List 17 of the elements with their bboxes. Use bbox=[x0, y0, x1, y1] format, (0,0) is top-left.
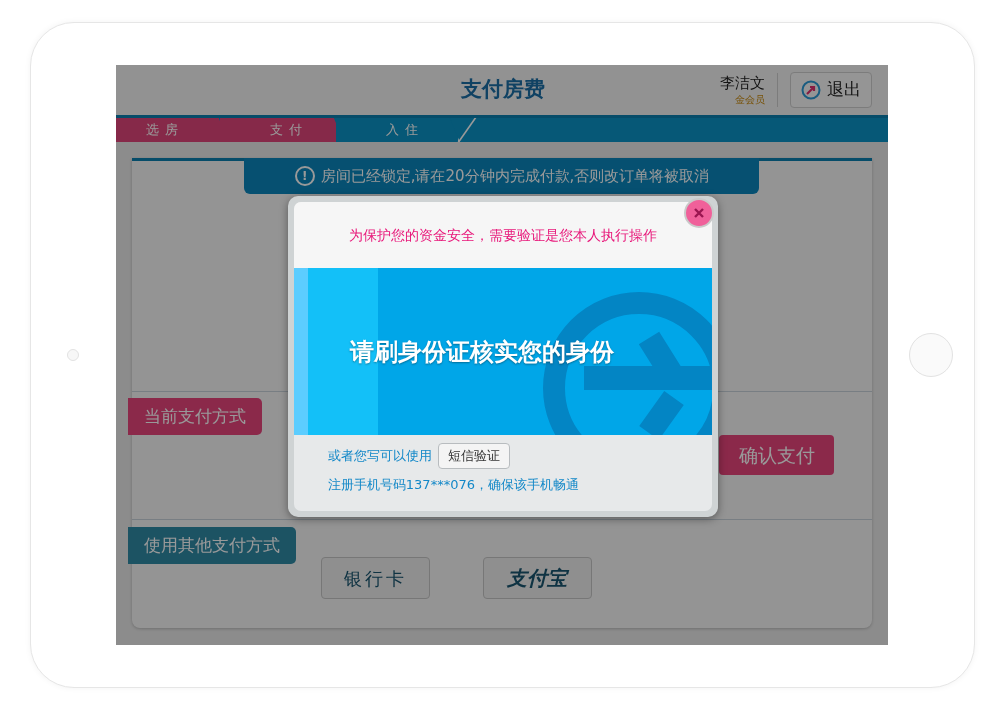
page-title: 支付房费 bbox=[461, 76, 545, 104]
notice-text: 房间已经锁定,请在20分钟内完成付款,否则改订单将被取消 bbox=[320, 165, 710, 187]
logout-button[interactable]: 退出 bbox=[790, 72, 873, 108]
member-level: 金会员 bbox=[735, 93, 766, 107]
security-warning: 为保护您的资金安全，需要验证是您本人执行操作 bbox=[348, 225, 657, 245]
exclamation-icon: ! bbox=[294, 166, 315, 186]
sms-verify-button[interactable]: 短信验证 bbox=[437, 443, 510, 469]
alipay-logo-button[interactable]: 支付宝 bbox=[482, 557, 592, 599]
payment-tag: 当前支付方式 bbox=[127, 398, 262, 435]
payment-tag: 使用其他支付方式 bbox=[127, 527, 296, 564]
swipe-id-prompt: 请刷身份证核实您的身份 bbox=[349, 336, 614, 368]
alternative-text: 或者您写可以使用 bbox=[327, 447, 432, 466]
close-icon bbox=[693, 208, 704, 218]
confirm-pay-button[interactable]: 确认支付 bbox=[719, 435, 835, 475]
user-name: 李洁文 bbox=[720, 73, 766, 93]
phone-note: 注册手机号码137***076，确保该手机畅通 bbox=[327, 476, 580, 494]
bank-card-button[interactable]: 银行卡 bbox=[320, 557, 430, 599]
